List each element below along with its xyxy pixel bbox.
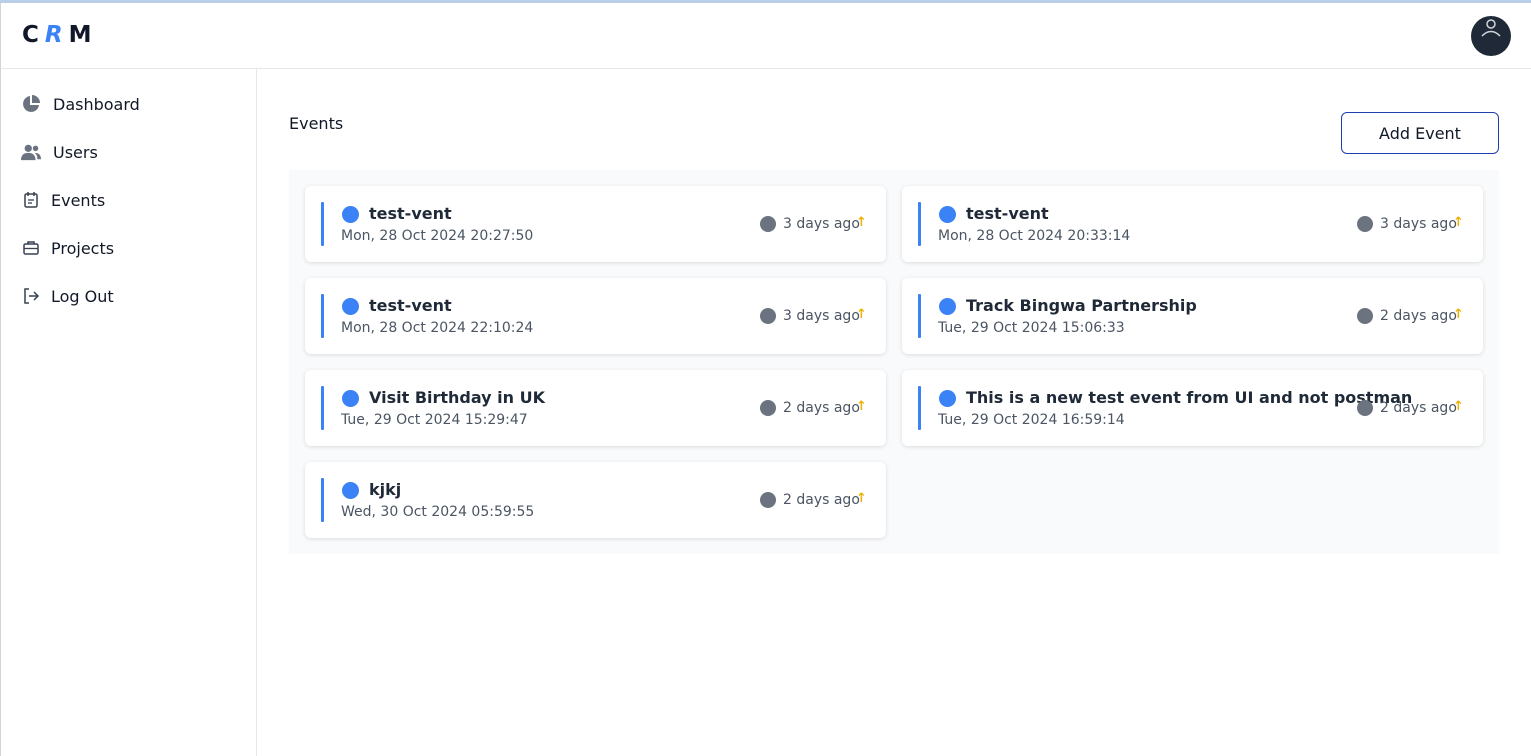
arrow-up-icon: ↑ xyxy=(1453,215,1464,230)
event-status-dot xyxy=(939,390,956,407)
calendar-icon xyxy=(21,190,41,210)
event-title: test-vent xyxy=(966,204,1049,223)
sidebar: Dashboard Users Events Projects Log Out xyxy=(0,69,257,756)
event-date: Mon, 28 Oct 2024 20:33:14 xyxy=(938,228,1131,244)
event-status-dot xyxy=(342,482,359,499)
top-header: CRM xyxy=(0,3,1531,69)
sidebar-item-label: Users xyxy=(53,142,98,162)
sidebar-item-label: Log Out xyxy=(51,286,114,306)
add-event-button[interactable]: Add Event xyxy=(1341,112,1499,154)
time-indicator-dot xyxy=(760,400,776,416)
logout-icon xyxy=(21,286,41,306)
event-date: Mon, 28 Oct 2024 22:10:24 xyxy=(341,320,534,336)
event-card[interactable]: Visit Birthday in UK Tue, 29 Oct 2024 15… xyxy=(305,370,886,446)
event-title: test-vent xyxy=(369,204,452,223)
logo-letter-m: M xyxy=(68,22,98,48)
time-indicator-dot xyxy=(760,308,776,324)
arrow-up-icon: ↑ xyxy=(1453,307,1464,322)
event-title: Visit Birthday in UK xyxy=(369,388,546,407)
sidebar-item-label: Events xyxy=(51,190,106,210)
sidebar-item-dashboard[interactable]: Dashboard xyxy=(21,91,140,117)
arrow-up-icon: ↑ xyxy=(1453,399,1464,414)
event-card[interactable]: test-vent Mon, 28 Oct 2024 22:10:24 3 da… xyxy=(305,278,886,354)
arrow-up-icon: ↑ xyxy=(856,399,867,414)
event-status-dot xyxy=(342,390,359,407)
event-status-dot xyxy=(342,298,359,315)
event-date: Tue, 29 Oct 2024 15:29:47 xyxy=(341,412,528,428)
event-time-ago: 3 days ago xyxy=(783,216,860,232)
event-time-ago: 2 days ago xyxy=(1380,308,1457,324)
pie-chart-icon xyxy=(21,94,41,114)
event-card[interactable]: test-vent Mon, 28 Oct 2024 20:27:50 3 da… xyxy=(305,186,886,262)
event-time-ago: 2 days ago xyxy=(1380,400,1457,416)
event-status-dot xyxy=(342,206,359,223)
event-accent-bar xyxy=(918,202,921,246)
event-card[interactable]: This is a new test event from UI and not… xyxy=(902,370,1483,446)
user-avatar[interactable] xyxy=(1471,16,1511,56)
time-indicator-dot xyxy=(760,492,776,508)
page-title: Events xyxy=(289,114,344,133)
time-indicator-dot xyxy=(1357,400,1373,416)
logo-letter-r: R xyxy=(44,22,69,48)
event-time-ago: 2 days ago xyxy=(783,400,860,416)
sidebar-item-logout[interactable]: Log Out xyxy=(21,283,114,309)
time-indicator-dot xyxy=(760,216,776,232)
event-time-ago: 3 days ago xyxy=(783,308,860,324)
time-indicator-dot xyxy=(1357,216,1373,232)
time-indicator-dot xyxy=(1357,308,1373,324)
sidebar-item-events[interactable]: Events xyxy=(21,187,105,213)
user-avatar-icon xyxy=(1481,19,1501,37)
event-title: Track Bingwa Partnership xyxy=(966,296,1197,315)
event-accent-bar xyxy=(321,294,324,338)
events-grid: test-vent Mon, 28 Oct 2024 20:27:50 3 da… xyxy=(289,170,1499,554)
event-title: test-vent xyxy=(369,296,452,315)
event-date: Tue, 29 Oct 2024 16:59:14 xyxy=(938,412,1125,428)
event-title: kjkj xyxy=(369,480,402,499)
event-accent-bar xyxy=(321,202,324,246)
arrow-up-icon: ↑ xyxy=(856,307,867,322)
event-date: Tue, 29 Oct 2024 15:06:33 xyxy=(938,320,1125,336)
app-logo[interactable]: CRM xyxy=(22,22,98,48)
event-card[interactable]: test-vent Mon, 28 Oct 2024 20:33:14 3 da… xyxy=(902,186,1483,262)
event-accent-bar xyxy=(918,386,921,430)
event-status-dot xyxy=(939,298,956,315)
event-accent-bar xyxy=(321,386,324,430)
arrow-up-icon: ↑ xyxy=(856,215,867,230)
event-accent-bar xyxy=(918,294,921,338)
sidebar-item-projects[interactable]: Projects xyxy=(21,235,114,261)
event-title: This is a new test event from UI and not… xyxy=(966,388,1413,407)
event-date: Wed, 30 Oct 2024 05:59:55 xyxy=(341,504,535,520)
event-time-ago: 2 days ago xyxy=(783,492,860,508)
event-time-ago: 3 days ago xyxy=(1380,216,1457,232)
briefcase-icon xyxy=(21,238,41,258)
main-content: Events Add Event test-vent Mon, 28 Oct 2… xyxy=(258,69,1531,756)
logo-letter-c: C xyxy=(22,22,45,48)
sidebar-item-label: Projects xyxy=(51,238,115,258)
sidebar-item-label: Dashboard xyxy=(53,94,140,114)
users-icon xyxy=(21,142,41,162)
event-card[interactable]: Track Bingwa Partnership Tue, 29 Oct 202… xyxy=(902,278,1483,354)
event-status-dot xyxy=(939,206,956,223)
event-date: Mon, 28 Oct 2024 20:27:50 xyxy=(341,228,534,244)
event-accent-bar xyxy=(321,478,324,522)
sidebar-item-users[interactable]: Users xyxy=(21,139,98,165)
event-card[interactable]: kjkj Wed, 30 Oct 2024 05:59:55 2 days ag… xyxy=(305,462,886,538)
arrow-up-icon: ↑ xyxy=(856,491,867,506)
